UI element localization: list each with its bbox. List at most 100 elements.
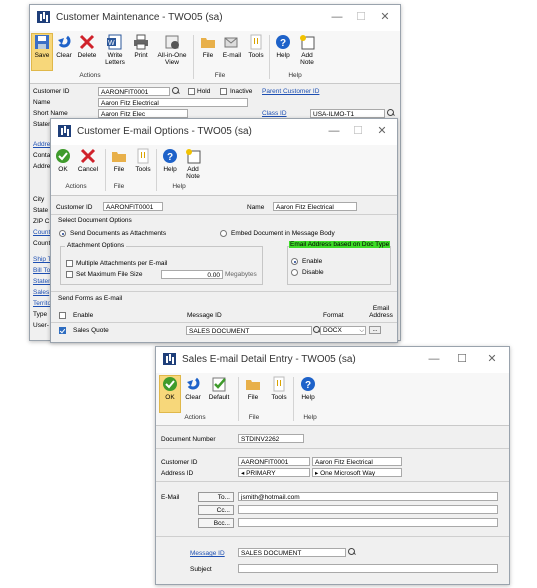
- ok-label: OK: [58, 166, 68, 173]
- add-note-label: Add Note: [300, 52, 314, 66]
- add-note-button[interactable]: Add Note: [182, 148, 204, 180]
- ribbon-group-help: Help: [288, 72, 302, 79]
- table-row[interactable]: Sales Quote SALES DOCUMENT DOCX ⌵ ...: [51, 324, 397, 336]
- delete-button[interactable]: Delete: [76, 34, 98, 59]
- send-attachments-radio[interactable]: [59, 230, 66, 237]
- group-separator: [193, 35, 194, 79]
- all-in-one-view-button[interactable]: All-in-One View: [154, 34, 190, 66]
- ok-button[interactable]: OK: [159, 375, 181, 413]
- doc-type-email-frame: [287, 246, 391, 285]
- inactive-label: Inactive: [230, 88, 253, 95]
- row-message-id-field[interactable]: SALES DOCUMENT: [186, 326, 312, 335]
- add-note-button[interactable]: Add Note: [295, 34, 319, 66]
- hold-checkbox[interactable]: [188, 88, 195, 95]
- delete-label: Delete: [77, 52, 97, 59]
- max-file-size-field[interactable]: 0.00: [161, 270, 223, 279]
- tools-button[interactable]: Tools: [269, 376, 289, 401]
- state-label: State: [33, 207, 49, 214]
- minimize-button[interactable]: —: [323, 123, 345, 139]
- file-button[interactable]: File: [109, 148, 129, 173]
- default-icon: [210, 376, 228, 392]
- class-id-link[interactable]: Class ID: [262, 110, 287, 117]
- enable-radio[interactable]: [291, 258, 298, 265]
- multiple-attachments-checkbox[interactable]: [66, 260, 73, 267]
- message-id-field[interactable]: SALES DOCUMENT: [238, 548, 346, 557]
- parent-customer-id-link[interactable]: Parent Customer ID: [262, 88, 319, 95]
- inactive-checkbox[interactable]: [220, 88, 227, 95]
- tools-button[interactable]: Tools: [133, 148, 153, 173]
- group-separator: [238, 377, 239, 421]
- ok-button[interactable]: OK: [53, 148, 73, 173]
- country-code-link[interactable]: Count: [33, 229, 50, 236]
- cc-button[interactable]: Cc...: [198, 505, 234, 515]
- customer-id-field[interactable]: AARONFIT0001: [98, 87, 170, 96]
- close-button[interactable]: ✕: [481, 351, 503, 367]
- ship-to-link[interactable]: Ship T: [33, 256, 52, 263]
- minimize-button[interactable]: —: [326, 9, 348, 25]
- print-button[interactable]: Print: [131, 34, 151, 59]
- disable-radio[interactable]: [291, 269, 298, 276]
- name-field[interactable]: Aaron Fitz Electrical: [98, 98, 248, 107]
- embed-in-body-radio[interactable]: [220, 230, 227, 237]
- short-name-field[interactable]: Aaron Fitz Elec: [98, 109, 188, 118]
- default-button[interactable]: Default: [206, 376, 232, 401]
- format-dropdown[interactable]: DOCX ⌵: [320, 326, 366, 335]
- email-icon: [223, 34, 241, 50]
- bcc-button[interactable]: Bcc...: [198, 518, 234, 528]
- message-id-lookup-icon[interactable]: [348, 548, 356, 556]
- close-button[interactable]: ✕: [374, 9, 396, 25]
- cancel-button[interactable]: Cancel: [76, 148, 100, 173]
- tools-button[interactable]: Tools: [246, 34, 266, 59]
- window-title: Customer Maintenance - TWO05 (sa): [56, 12, 223, 23]
- clear-button[interactable]: Clear: [54, 34, 74, 59]
- message-id-link[interactable]: Message ID: [190, 550, 225, 557]
- cc-field[interactable]: [238, 505, 498, 514]
- address-id-label: Address ID: [161, 470, 194, 477]
- window-title: Customer E-mail Options - TWO05 (sa): [77, 126, 252, 137]
- close-button[interactable]: ✕: [371, 123, 393, 139]
- file-label: File: [202, 52, 214, 59]
- tools-icon: [134, 148, 152, 164]
- help-icon: ?: [299, 376, 317, 392]
- subject-field[interactable]: [238, 564, 498, 573]
- enable-column-header: Enable: [73, 312, 94, 319]
- address-id-field[interactable]: ◂ PRIMARY: [238, 468, 310, 477]
- maximize-button[interactable]: ☐: [350, 9, 372, 25]
- maximize-button[interactable]: ☐: [347, 123, 369, 139]
- contact-label: Conta: [33, 152, 51, 159]
- address-link[interactable]: Addre: [33, 141, 50, 148]
- file-button[interactable]: File: [198, 34, 218, 59]
- tools-label: Tools: [271, 394, 287, 401]
- minimize-button[interactable]: —: [423, 351, 445, 367]
- enable-all-checkbox[interactable]: [59, 312, 66, 319]
- to-field[interactable]: jsmith@hotmail.com: [238, 492, 498, 501]
- bill-to-link[interactable]: Bill To: [33, 267, 50, 274]
- class-id-field[interactable]: USA-ILMO-T1: [310, 109, 385, 118]
- help-button[interactable]: ? Help: [298, 376, 318, 401]
- format-column-header: Format: [323, 312, 344, 319]
- customer-id-field: AARONFIT0001: [238, 457, 310, 466]
- email-address-ellipsis-button[interactable]: ...: [369, 326, 381, 334]
- bcc-field[interactable]: [238, 518, 498, 527]
- printer-icon: [132, 34, 150, 50]
- ribbon-group-file: File: [113, 183, 125, 190]
- email-button[interactable]: E-mail: [220, 34, 244, 59]
- max-file-size-checkbox[interactable]: [66, 271, 73, 278]
- lookup-icon[interactable]: [172, 87, 180, 95]
- name-label: Name: [33, 99, 51, 106]
- salesperson-link[interactable]: Sales: [33, 289, 49, 296]
- sales-quote-enable-checkbox[interactable]: [59, 327, 66, 334]
- class-id-lookup-icon[interactable]: [387, 109, 395, 117]
- save-button[interactable]: Save: [31, 33, 53, 71]
- maximize-button[interactable]: ☐: [451, 351, 473, 367]
- territory-link[interactable]: Territo: [33, 300, 51, 307]
- file-button[interactable]: File: [243, 376, 263, 401]
- word-document-icon: W: [106, 34, 124, 50]
- to-button[interactable]: To...: [198, 492, 234, 502]
- clear-button[interactable]: Clear: [183, 376, 203, 401]
- help-button[interactable]: ? Help: [273, 34, 293, 59]
- help-button[interactable]: ? Help: [160, 148, 180, 173]
- chevron-down-icon: ⌵: [359, 328, 364, 334]
- write-letters-button[interactable]: W Write Letters: [102, 34, 128, 66]
- file-label: File: [247, 394, 259, 401]
